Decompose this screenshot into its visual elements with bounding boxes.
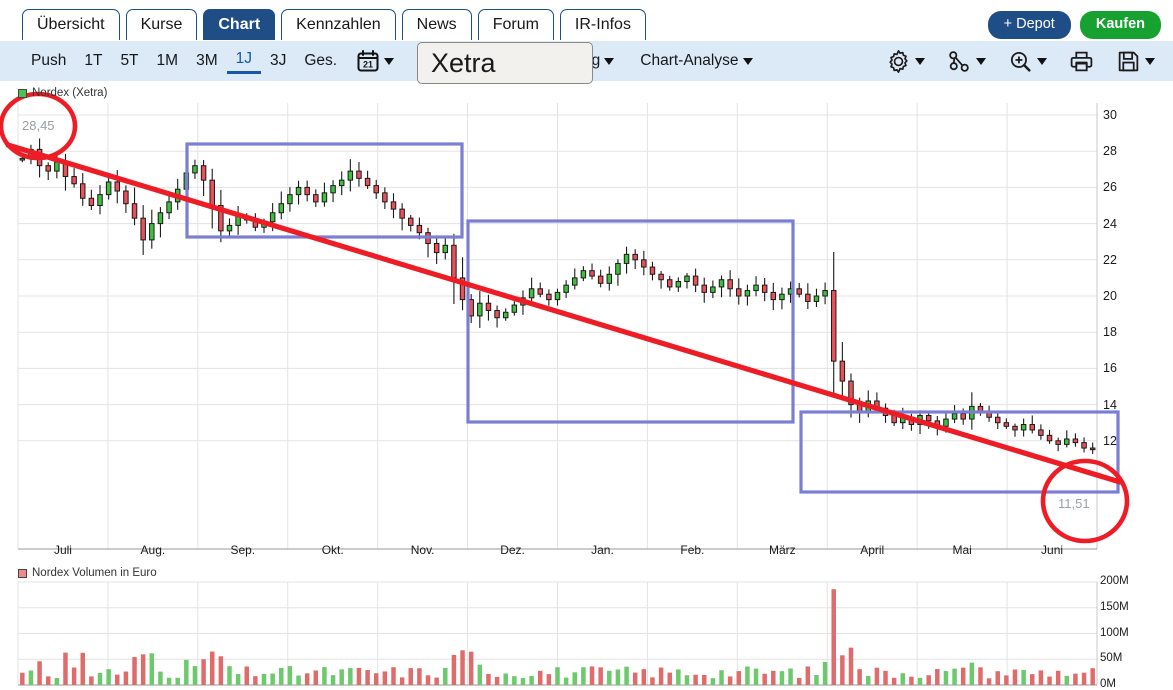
- chevron-down-icon: [976, 57, 986, 65]
- tab--bersicht[interactable]: Übersicht: [22, 9, 120, 40]
- tab-chart[interactable]: Chart: [203, 9, 276, 40]
- price-tick-label: 28: [1103, 144, 1117, 159]
- settings-button[interactable]: [886, 49, 925, 74]
- end-price-annotation: 11,51: [1058, 496, 1090, 511]
- indicators-button[interactable]: [947, 49, 986, 74]
- print-icon: [1070, 51, 1093, 71]
- range-1t[interactable]: 1T: [75, 50, 111, 73]
- legend-color-swatch: [18, 88, 27, 98]
- month-tick-label: Juli: [53, 543, 72, 557]
- zoom-button[interactable]: [1008, 49, 1047, 74]
- chevron-down-icon: [1145, 57, 1155, 65]
- save-button[interactable]: [1116, 49, 1155, 74]
- buy-button[interactable]: Kaufen: [1079, 11, 1161, 39]
- month-tick-label: Dez.: [500, 543, 525, 557]
- month-tick-label: April: [860, 543, 885, 557]
- price-legend-label: Nordex (Xetra): [32, 87, 108, 99]
- trendline-annotation: [5, 142, 1123, 485]
- zoom-in-icon: [1010, 51, 1031, 72]
- chevron-down-icon: [384, 57, 395, 65]
- month-tick-label: Aug.: [140, 543, 166, 557]
- price-tick-label: 18: [1103, 325, 1117, 340]
- price-tick-label: 20: [1103, 289, 1117, 303]
- range-3j[interactable]: 3J: [261, 50, 295, 73]
- legend-color-swatch: [18, 568, 27, 578]
- price-tick-label: 14: [1103, 397, 1117, 412]
- date-picker-button[interactable]: 21: [356, 49, 395, 73]
- toolbar-icon-group: [864, 49, 1173, 74]
- month-tick-label: Jan.: [591, 543, 614, 557]
- price-tick-label: 12: [1103, 433, 1117, 448]
- month-tick-label: Mai: [952, 543, 972, 557]
- price-tick-label: 16: [1103, 361, 1117, 376]
- calendar-icon: 21: [357, 50, 379, 72]
- volume-legend-label: Nordex Volumen in Euro: [32, 567, 157, 579]
- month-tick-label: Nov.: [410, 543, 435, 557]
- stock-chart-page: Übersicht Kurse Chart Kennzahlen News Forum IR…: [0, 0, 1173, 690]
- chart-container: Nordex (Xetra) Nordex Volumen in Euro 30…: [0, 85, 1173, 690]
- volume-tick-label: 50M: [1100, 652, 1123, 665]
- chevron-down-icon: [604, 57, 615, 65]
- tab-list: Übersicht Kurse Chart Kennzahlen News Forum IR…: [22, 9, 646, 40]
- month-tick-label: Feb.: [680, 543, 705, 557]
- tab-kennzahlen[interactable]: Kennzahlen: [281, 9, 396, 40]
- tab-ir-infos[interactable]: IR-Infos: [559, 9, 646, 40]
- menu-chart-analyse[interactable]: Chart-Analyse: [638, 52, 754, 70]
- chart-canvas[interactable]: [0, 85, 1173, 690]
- exchange-selector-overlay[interactable]: Xetra: [417, 42, 593, 84]
- range-5t[interactable]: 5T: [111, 50, 147, 73]
- volume-tick-label: 100M: [1100, 626, 1129, 639]
- tab-news[interactable]: News: [401, 9, 472, 40]
- range-1j[interactable]: 1J: [226, 48, 261, 74]
- toolbar-left-group: Push1T5T1M3M1J3JGes. 21 VergleichDarstel…: [0, 48, 755, 74]
- chevron-down-icon: [915, 57, 925, 65]
- volume-chart-legend: Nordex Volumen in Euro: [18, 567, 157, 579]
- price-tick-label: 26: [1103, 180, 1117, 195]
- price-chart-legend: Nordex (Xetra): [18, 87, 107, 99]
- volume-tick-label: 150M: [1100, 600, 1129, 613]
- price-tick-label: 22: [1103, 252, 1117, 267]
- menu-label: Chart-Analyse: [640, 52, 739, 69]
- add-to-depot-button[interactable]: + Depot: [987, 11, 1071, 39]
- gear-icon: [889, 49, 908, 73]
- month-tick-label: März: [768, 543, 796, 557]
- volume-tick-label: 0M: [1100, 678, 1116, 690]
- tab-forum[interactable]: Forum: [477, 9, 554, 40]
- indicator-node-icon: [949, 50, 969, 72]
- month-tick-label: Okt.: [321, 543, 344, 557]
- svg-text:21: 21: [363, 60, 373, 70]
- header-action-buttons: + Depot Kaufen: [987, 11, 1161, 39]
- price-tick-label: 24: [1103, 216, 1117, 231]
- range-1m[interactable]: 1M: [148, 50, 188, 73]
- month-tick-label: Juni: [1041, 543, 1064, 557]
- chevron-down-icon: [1037, 57, 1047, 65]
- volume-tick-label: 200M: [1100, 575, 1129, 587]
- price-tick-label: 30: [1103, 108, 1117, 122]
- range-selector: Push 1T 5T 1M 3M 1J 3J Ges.: [22, 48, 346, 74]
- range-3m[interactable]: 3M: [187, 50, 227, 73]
- range-ges[interactable]: Ges.: [295, 50, 346, 73]
- tab-kurse[interactable]: Kurse: [125, 9, 198, 40]
- start-price-annotation: 28,45: [22, 118, 55, 133]
- range-push[interactable]: Push: [22, 50, 75, 73]
- save-icon: [1118, 51, 1139, 71]
- chevron-down-icon: [742, 57, 753, 65]
- tab-bar: Übersicht Kurse Chart Kennzahlen News Forum IR…: [0, 0, 1173, 42]
- highlight-ellipses: [0, 91, 1130, 544]
- print-button[interactable]: [1069, 49, 1094, 74]
- month-tick-label: Sep.: [230, 543, 256, 557]
